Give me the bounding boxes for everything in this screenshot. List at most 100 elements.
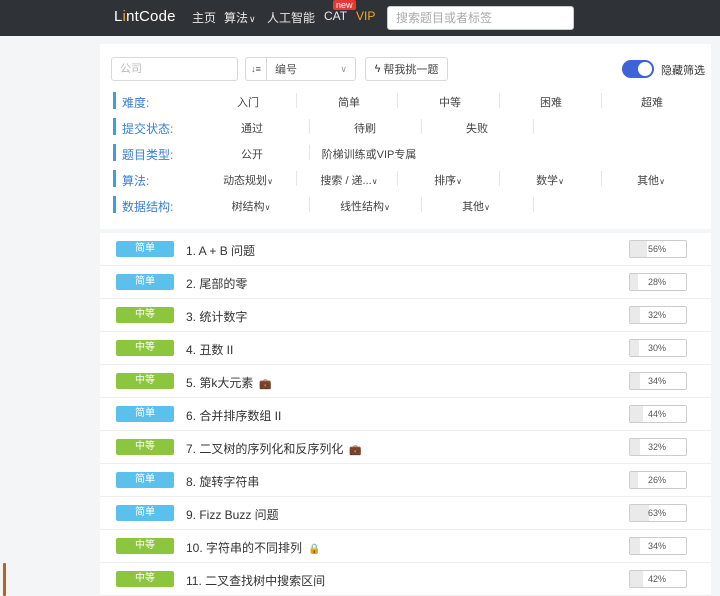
pass-rate-fill <box>630 505 649 521</box>
filter-option[interactable]: 待刷 <box>342 120 388 136</box>
chevron-down-icon: ∨ <box>558 177 564 186</box>
chevron-down-icon: ∨ <box>484 203 490 212</box>
filter-option[interactable]: 公开 <box>229 146 275 162</box>
problem-row[interactable]: 中等 3. 统计数字 32% <box>100 299 711 332</box>
nav-cat[interactable]: CAT <box>324 9 347 23</box>
filter-option-dropdown[interactable]: 数学∨ <box>527 172 573 188</box>
top-navbar: LintCode 主页 算法∨ 人工智能 new CAT VIP <box>0 0 720 36</box>
problem-row[interactable]: 中等 7. 二叉树的序列化和反序列化 💼 32% <box>100 431 711 464</box>
problem-title[interactable]: 3. 统计数字 <box>186 308 247 325</box>
problem-row[interactable]: 简单 2. 尾部的零 28% <box>100 266 711 299</box>
pass-rate-bar: 30% <box>629 339 687 357</box>
pass-rate-fill <box>630 571 643 587</box>
filter-row-data-structure: 数据结构: 树结构∨ 线性结构∨ 其他∨ <box>113 196 703 214</box>
pick-problem-button[interactable]: ϟ 帮我挑一题 <box>365 57 448 81</box>
problem-row[interactable]: 简单 6. 合并排序数组 II 44% <box>100 398 711 431</box>
pass-rate-bar: 32% <box>629 306 687 324</box>
problem-title[interactable]: 4. 丑数 II <box>186 341 233 358</box>
difficulty-badge: 简单 <box>116 274 174 290</box>
hide-filter-toggle[interactable] <box>622 60 654 78</box>
difficulty-badge: 简单 <box>116 472 174 488</box>
filter-option[interactable]: 简单 <box>326 94 372 110</box>
pass-rate-fill <box>630 373 641 389</box>
pass-rate-text: 26% <box>647 475 666 485</box>
scrollbar-thumb[interactable] <box>3 563 6 596</box>
filter-option-dropdown[interactable]: 树结构∨ <box>226 198 276 214</box>
pass-rate-bar: 63% <box>629 504 687 522</box>
pass-rate-text: 32% <box>647 310 666 320</box>
pass-rate-fill <box>630 340 639 356</box>
filter-option[interactable]: 通过 <box>229 120 275 136</box>
hide-filter-label: 隐藏筛选 <box>661 65 705 77</box>
pass-rate-text: 34% <box>647 541 666 551</box>
pass-rate-text: 56% <box>647 244 666 254</box>
pass-rate-bar: 56% <box>629 240 687 258</box>
filter-option-dropdown[interactable]: 其他∨ <box>453 198 499 214</box>
pass-rate-bar: 44% <box>629 405 687 423</box>
filter-row-status: 提交状态: 通过 待刷 失败 <box>113 118 703 136</box>
sort-select[interactable]: 编号 ∨ <box>267 57 356 81</box>
problem-row[interactable]: 简单 9. Fizz Buzz 问题 63% <box>100 497 711 530</box>
problem-row[interactable]: 中等 5. 第k大元素 💼 34% <box>100 365 711 398</box>
nav-vip[interactable]: VIP <box>356 9 375 23</box>
problem-row[interactable]: 中等 11. 二叉查找树中搜索区间 42% <box>100 563 711 596</box>
problem-title[interactable]: 9. Fizz Buzz 问题 <box>186 506 279 523</box>
problem-row[interactable]: 简单 8. 旋转字符串 26% <box>100 464 711 497</box>
filter-option[interactable]: 困难 <box>528 94 574 110</box>
sort-select-value: 编号 <box>275 64 297 76</box>
lintcode-logo[interactable]: LintCode <box>114 8 176 25</box>
pass-rate-text: 32% <box>647 442 666 452</box>
problem-title[interactable]: 7. 二叉树的序列化和反序列化 💼 <box>186 440 362 457</box>
problem-title-text: 9. Fizz Buzz 问题 <box>186 508 279 522</box>
lightning-icon: ϟ <box>374 63 381 75</box>
pass-rate-bar: 32% <box>629 438 687 456</box>
problem-title[interactable]: 10. 字符串的不同排列 🔒 <box>186 539 320 556</box>
problem-title-text: 1. A + B 问题 <box>186 244 256 258</box>
problem-title-text: 4. 丑数 II <box>186 343 234 357</box>
chevron-down-icon: ∨ <box>371 177 378 186</box>
problem-row[interactable]: 中等 10. 字符串的不同排列 🔒 34% <box>100 530 711 563</box>
filter-label: 算法: <box>122 174 150 188</box>
filter-option-dropdown[interactable]: 排序∨ <box>425 172 471 188</box>
search-input[interactable] <box>387 6 574 30</box>
filter-row-algorithm: 算法: 动态规划∨ 搜索 / 递...∨ 排序∨ 数学∨ 其他∨ <box>113 170 703 188</box>
pass-rate-fill <box>630 472 638 488</box>
filter-label: 提交状态: <box>122 122 174 136</box>
filter-option-dropdown[interactable]: 线性结构∨ <box>335 198 395 214</box>
problem-title[interactable]: 6. 合并排序数组 II <box>186 407 281 424</box>
pass-rate-fill <box>630 538 641 554</box>
filter-option-dropdown[interactable]: 其他∨ <box>628 172 674 188</box>
problem-title-text: 5. 第k大元素 <box>186 376 254 390</box>
filter-row-difficulty: 难度: 入门 简单 中等 困难 超难 <box>113 92 703 110</box>
filter-option[interactable]: 失败 <box>454 120 500 136</box>
filter-option[interactable]: 阶梯训练或VIP专属 <box>319 146 419 162</box>
chevron-down-icon: ∨ <box>267 177 273 186</box>
sort-order-icon[interactable]: ↓≡ <box>245 57 267 81</box>
problem-title[interactable]: 11. 二叉查找树中搜索区间 <box>186 572 325 589</box>
pass-rate-bar: 34% <box>629 537 687 555</box>
filter-option[interactable]: 超难 <box>629 94 675 110</box>
problem-title[interactable]: 1. A + B 问题 <box>186 242 255 259</box>
problem-title[interactable]: 5. 第k大元素 💼 <box>186 374 272 391</box>
pass-rate-fill <box>630 307 640 323</box>
pass-rate-text: 44% <box>647 409 666 419</box>
nav-algorithm[interactable]: 算法∨ <box>224 9 256 26</box>
problem-title[interactable]: 2. 尾部的零 <box>186 275 247 292</box>
problem-row[interactable]: 中等 4. 丑数 II 30% <box>100 332 711 365</box>
pass-rate-text: 63% <box>647 508 666 518</box>
chevron-down-icon: ∨ <box>264 203 271 212</box>
problem-title[interactable]: 8. 旋转字符串 <box>186 473 259 490</box>
problem-title-text: 3. 统计数字 <box>186 310 248 324</box>
nav-home[interactable]: 主页 <box>192 9 216 26</box>
company-input[interactable] <box>111 57 238 81</box>
difficulty-badge: 中等 <box>116 340 174 356</box>
filter-option-dropdown[interactable]: 搜索 / 递...∨ <box>311 172 387 188</box>
difficulty-badge: 中等 <box>116 571 174 587</box>
filter-option[interactable]: 中等 <box>427 94 473 110</box>
chevron-down-icon: ∨ <box>456 177 462 186</box>
filter-option[interactable]: 入门 <box>225 94 271 110</box>
difficulty-badge: 中等 <box>116 439 174 455</box>
nav-ai[interactable]: 人工智能 <box>267 9 315 26</box>
filter-option-dropdown[interactable]: 动态规划∨ <box>213 172 283 188</box>
problem-row[interactable]: 简单 1. A + B 问题 56% <box>100 233 711 266</box>
